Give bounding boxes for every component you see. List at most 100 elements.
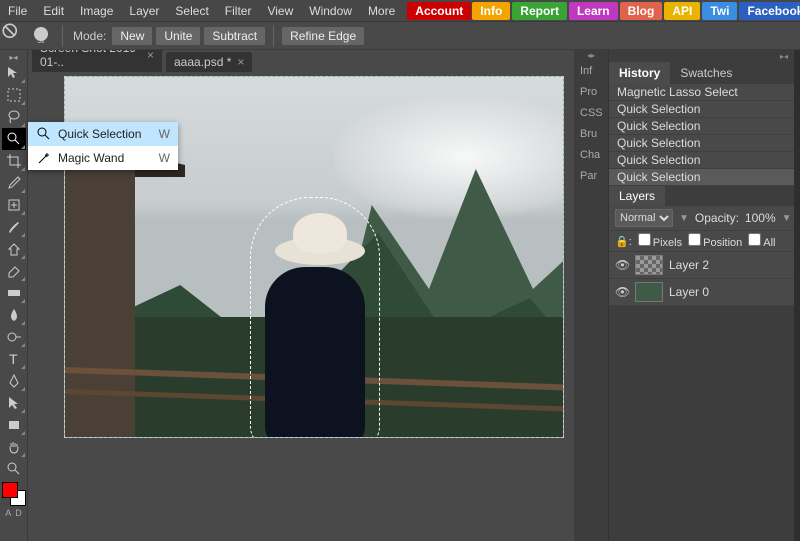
quick-select-tool[interactable] [2,128,26,150]
history-item[interactable]: Quick Selection [609,169,794,186]
account-button[interactable]: Account [407,2,471,20]
opacity-value[interactable]: 100% [745,211,776,225]
history-item[interactable]: Quick Selection [609,135,794,152]
history-item[interactable]: Quick Selection [609,152,794,169]
collapsed-panels: ◂▸ Inf Pro CSS Bru Cha Par [574,50,608,541]
panels: ▸◂ History Swatches Magnetic Lasso Selec… [608,50,794,541]
history-item[interactable]: Magnetic Lasso Select [609,84,794,101]
pen-tool[interactable] [2,370,26,392]
ext-twi[interactable]: Twi [702,2,737,20]
menu-image[interactable]: Image [72,0,121,22]
ext-learn[interactable]: Learn [569,2,618,20]
history-tab[interactable]: History [609,62,670,84]
layer-name: Layer 2 [669,258,709,272]
lock-icon: 🔒: [615,235,632,248]
lock-position[interactable]: Position [688,233,742,249]
brush-preset[interactable]: 52 [26,27,56,44]
flyout-quick-selection[interactable]: Quick Selection W [28,122,178,146]
svg-text:T: T [9,351,18,367]
panel-tab-character[interactable]: Cha [574,144,608,165]
flyout-magic-wand[interactable]: Magic Wand W [28,146,178,170]
blur-tool[interactable] [2,304,26,326]
healing-tool[interactable] [2,194,26,216]
panel-tab-info[interactable]: Inf [574,60,608,81]
menu-filter[interactable]: Filter [217,0,260,22]
close-icon[interactable]: × [147,48,154,62]
clone-tool[interactable] [2,238,26,260]
tool-flyout: Quick Selection W Magic Wand W [28,122,178,170]
panel-tab-brush[interactable]: Bru [574,123,608,144]
shape-tool[interactable] [2,414,26,436]
menu-view[interactable]: View [259,0,301,22]
eyedropper-tool[interactable] [2,172,26,194]
visibility-icon[interactable]: 👁 [615,285,629,299]
layer-list: 👁 Layer 2 👁 Layer 0 [609,252,794,306]
lock-all[interactable]: All [748,233,775,249]
menu-select[interactable]: Select [167,0,216,22]
toolbox-collapse[interactable]: ▸◂ [0,52,27,62]
swatches-tab[interactable]: Swatches [670,62,742,84]
menu-more[interactable]: More [360,0,403,22]
ext-blog[interactable]: Blog [620,2,663,20]
close-icon[interactable]: × [237,55,244,69]
menu-edit[interactable]: Edit [35,0,72,22]
hand-tool[interactable] [2,436,26,458]
color-swatches[interactable] [2,482,26,506]
gradient-tool[interactable] [2,282,26,304]
mode-unite[interactable]: Unite [156,27,200,45]
quick-selection-icon [36,126,52,142]
layer-item[interactable]: 👁 Layer 2 [609,252,794,279]
move-tool[interactable] [2,62,26,84]
menu-bar: File Edit Image Layer Select Filter View… [0,0,800,22]
menu-window[interactable]: Window [301,0,360,22]
visibility-icon[interactable]: 👁 [615,258,629,272]
refine-edge-button[interactable]: Refine Edge [282,27,364,45]
history-item[interactable]: Quick Selection [609,118,794,135]
mode-subtract[interactable]: Subtract [204,27,265,45]
panel-tab-paragraph[interactable]: Par [574,165,608,186]
blend-mode-select[interactable]: Normal [615,209,673,227]
path-select-tool[interactable] [2,392,26,414]
panel-tab-css[interactable]: CSS [574,102,608,123]
layers-tab[interactable]: Layers [609,186,665,206]
history-item[interactable]: Quick Selection [609,101,794,118]
layer-name: Layer 0 [669,285,709,299]
lock-pixels[interactable]: Pixels [638,233,682,249]
history-list: Magnetic Lasso Select Quick Selection Qu… [609,84,794,186]
crop-tool[interactable] [2,150,26,172]
layers-options: Normal ▼ Opacity: 100% ▼ [609,206,794,231]
mode-new[interactable]: New [112,27,152,45]
current-tool-icon [0,21,26,50]
history-panel-tabs: History Swatches [609,62,794,84]
ext-api[interactable]: API [664,2,700,20]
layer-thumb [635,282,663,302]
toolbox: ▸◂ T AD [0,50,28,541]
ext-info[interactable]: Info [472,2,510,20]
document-tab[interactable]: aaaa.psd *× [166,52,252,72]
swatch-letters: AD [5,506,22,520]
ext-reportbug[interactable]: Report a bug [512,2,567,20]
panel-tab-properties[interactable]: Pro [574,81,608,102]
layers-panel-tabs: Layers [609,186,794,206]
ext-facebook[interactable]: Facebook [739,2,800,20]
options-bar: 52 Mode: New Unite Subtract Refine Edge [0,22,800,50]
lasso-tool[interactable] [2,106,26,128]
dodge-tool[interactable] [2,326,26,348]
menu-file[interactable]: File [0,0,35,22]
brush-tool[interactable] [2,216,26,238]
layers-locks: 🔒: Pixels Position All [609,231,794,252]
mode-label: Mode: [69,29,110,43]
panel-collapse[interactable]: ▸◂ [609,50,794,62]
marquee-tool[interactable] [2,84,26,106]
eraser-tool[interactable] [2,260,26,282]
scrollbar[interactable] [794,50,800,541]
opacity-label: Opacity: [695,211,739,225]
zoom-tool[interactable] [2,458,26,480]
selection-marquee [250,197,380,438]
menu-layer[interactable]: Layer [121,0,167,22]
layer-item[interactable]: 👁 Layer 0 [609,279,794,306]
text-tool[interactable]: T [2,348,26,370]
panel-expand[interactable]: ◂▸ [574,50,608,60]
layer-thumb [635,255,663,275]
magic-wand-icon [36,150,52,166]
